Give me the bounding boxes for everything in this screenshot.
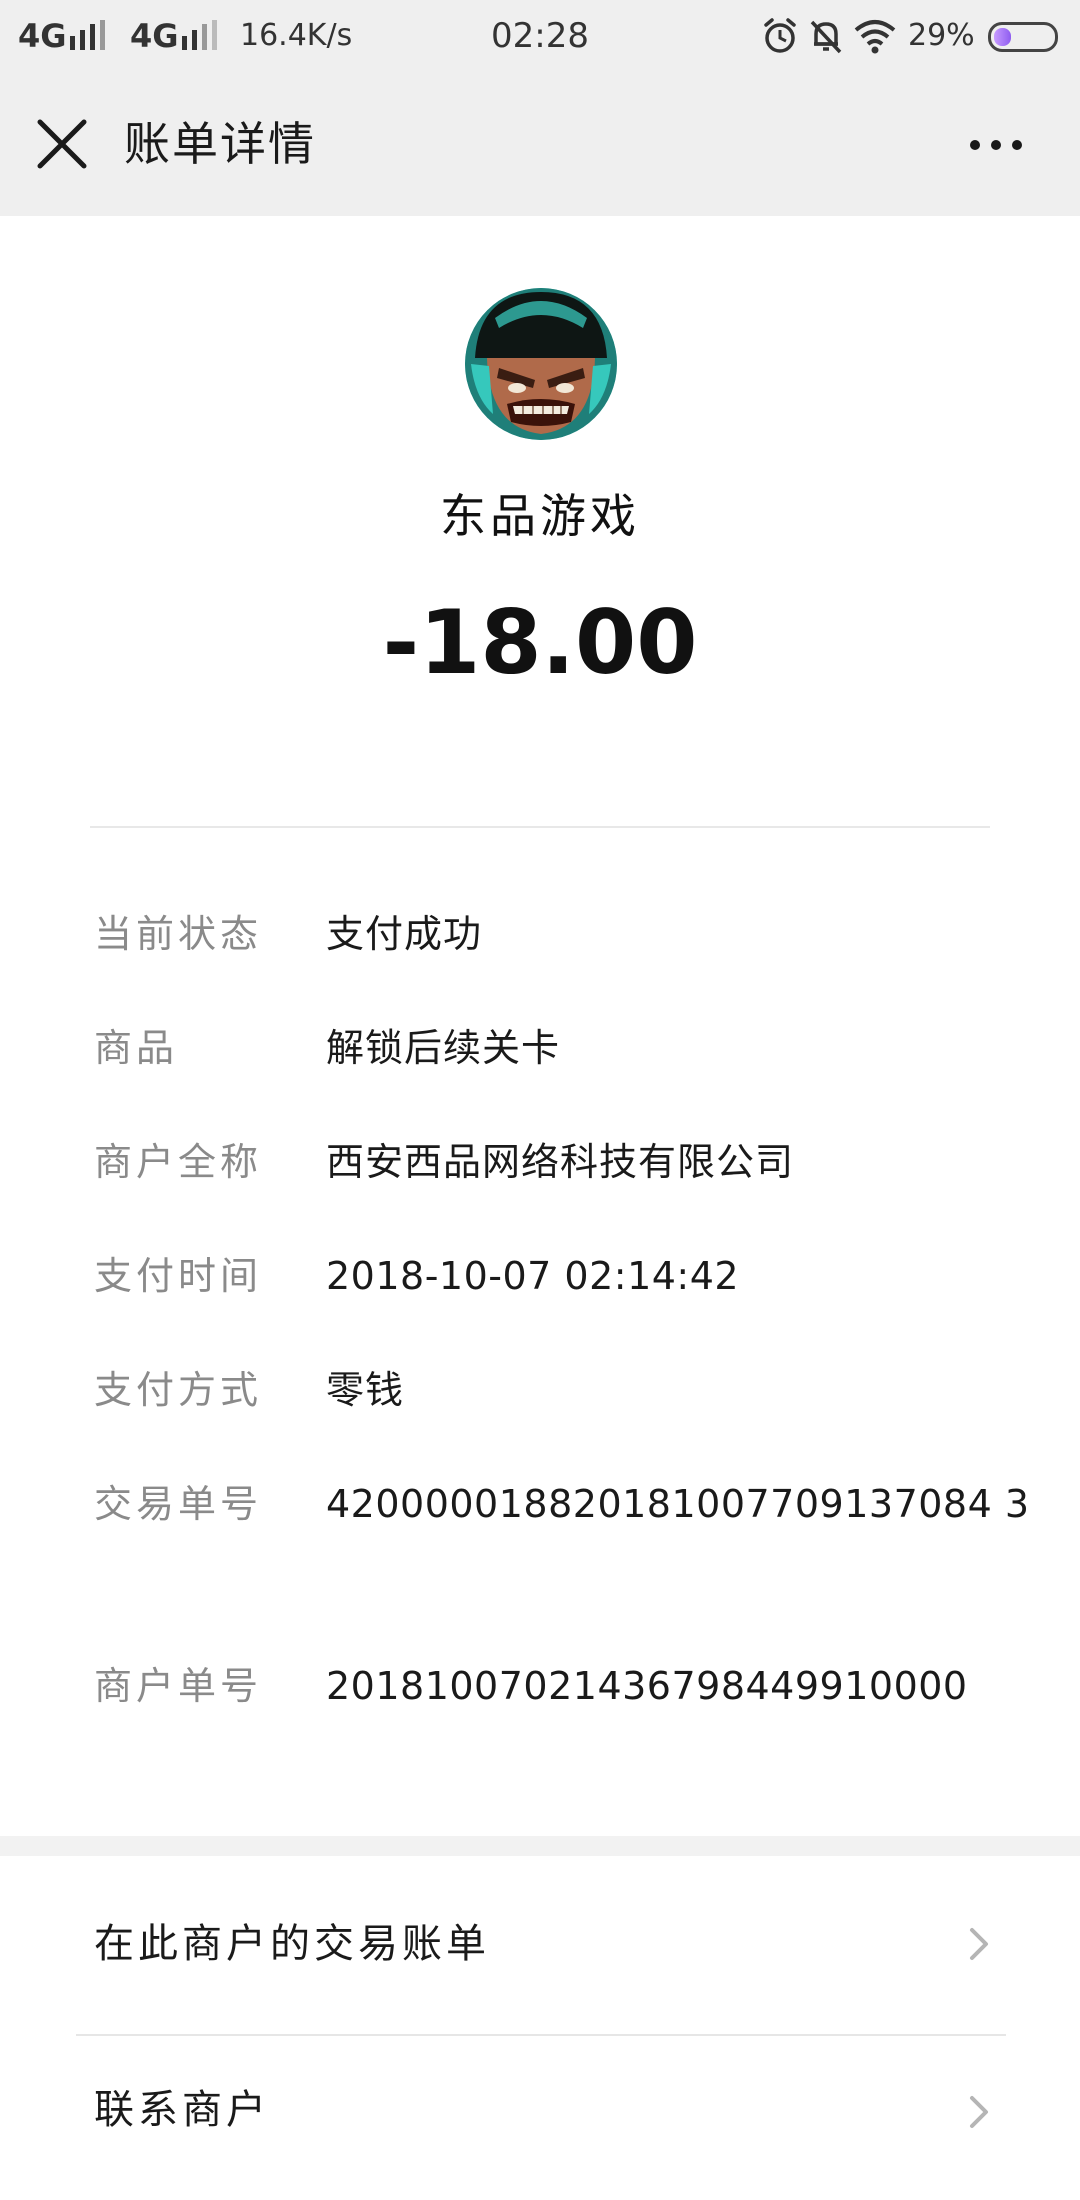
- divider: [76, 2034, 1006, 2036]
- list-item-label: 在此商户的交易账单: [94, 1921, 490, 1967]
- detail-value: 西安西品网络科技有限公司: [326, 1140, 795, 1184]
- detail-value: 支付成功: [326, 912, 483, 956]
- detail-value: 解锁后续关卡: [326, 1026, 561, 1070]
- battery-level: [994, 28, 1011, 46]
- close-icon[interactable]: [30, 112, 94, 176]
- detail-label: 当前状态: [94, 912, 263, 956]
- page-title: 账单详情: [124, 117, 316, 171]
- contact-merchant-link[interactable]: 联系商户: [0, 2040, 1080, 2200]
- wifi-icon: [854, 20, 896, 54]
- detail-value: 20181007021436798449910000: [326, 1664, 968, 1708]
- section-separator: [0, 1836, 1080, 1856]
- battery-icon: [988, 22, 1058, 52]
- detail-label: 交易单号: [94, 1482, 263, 1526]
- mute-bell-icon: [810, 20, 842, 54]
- battery-percent: 29%: [908, 18, 975, 53]
- detail-label: 支付时间: [94, 1254, 263, 1298]
- more-icon[interactable]: [960, 120, 1032, 168]
- status-bar: 4G 4G 16.4K/s 02:28 29%: [0, 0, 1080, 72]
- detail-value: 零钱: [326, 1368, 405, 1412]
- detail-label: 商户单号: [94, 1664, 263, 1708]
- divider: [90, 826, 990, 828]
- alarm-icon: [764, 18, 796, 53]
- detail-value: 2018-10-07 02:14:42: [326, 1254, 740, 1298]
- merchant-name: 东品游戏: [440, 489, 640, 543]
- merchant-avatar: [465, 288, 617, 440]
- payment-amount: -18.00: [382, 591, 698, 694]
- detail-value: 420000018820181007709137084 3: [326, 1482, 1030, 1526]
- merchant-transactions-link[interactable]: 在此商户的交易账单: [0, 1864, 1080, 2024]
- list-item-label: 联系商户: [94, 2087, 270, 2133]
- detail-label: 商品: [94, 1026, 179, 1070]
- chevron-right-icon: [970, 2096, 988, 2128]
- nav-bar: 账单详情: [0, 72, 1080, 216]
- chevron-right-icon: [970, 1928, 988, 1960]
- detail-label: 商户全称: [94, 1140, 263, 1184]
- detail-label: 支付方式: [94, 1368, 263, 1412]
